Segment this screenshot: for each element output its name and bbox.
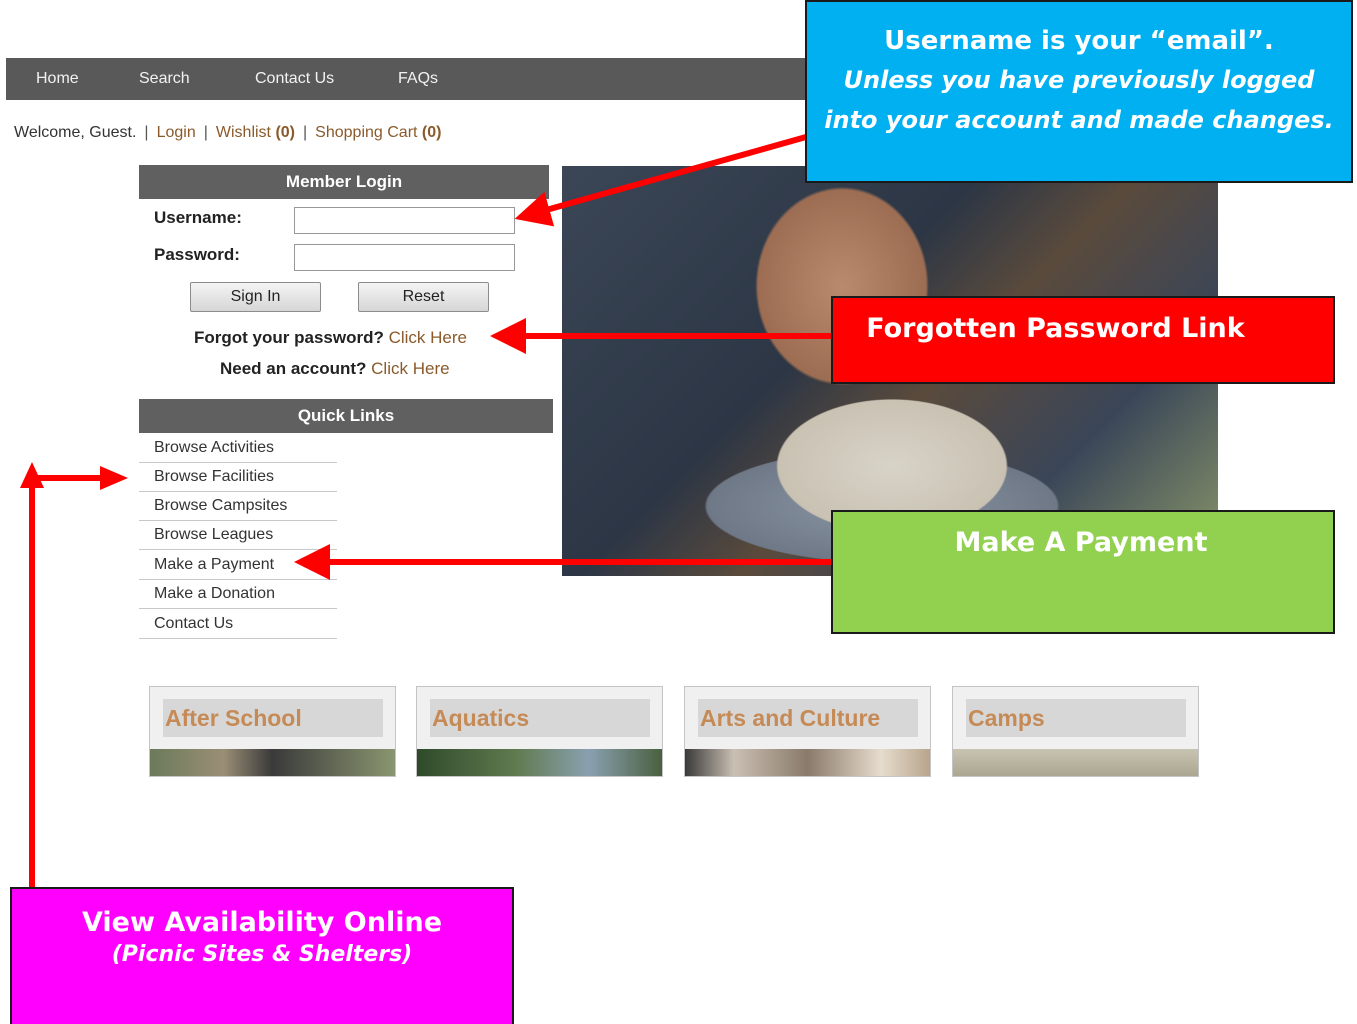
callout-username: Username is your “email”. Unless you hav… bbox=[805, 0, 1353, 183]
callout-forgotten-password-title: Forgotten Password Link bbox=[866, 313, 1245, 344]
callout-make-payment-title: Make A Payment bbox=[954, 527, 1208, 558]
callout-username-subtitle: Unless you have previously logged into y… bbox=[824, 66, 1334, 134]
arrowhead-right bbox=[100, 466, 128, 490]
callout-view-availability-subtitle: (Picnic Sites & Shelters) bbox=[111, 942, 413, 967]
arrow-to-username bbox=[514, 134, 807, 227]
callout-view-availability: View Availability Online (Picnic Sites &… bbox=[10, 887, 514, 1024]
callout-view-availability-title: View Availability Online bbox=[81, 907, 443, 938]
callout-make-payment: Make A Payment bbox=[831, 510, 1335, 634]
arrow-to-quick-links bbox=[29, 475, 110, 888]
callout-forgotten-password: Forgotten Password Link bbox=[831, 296, 1335, 384]
callout-username-title: Username is your “email”. bbox=[884, 26, 1274, 56]
